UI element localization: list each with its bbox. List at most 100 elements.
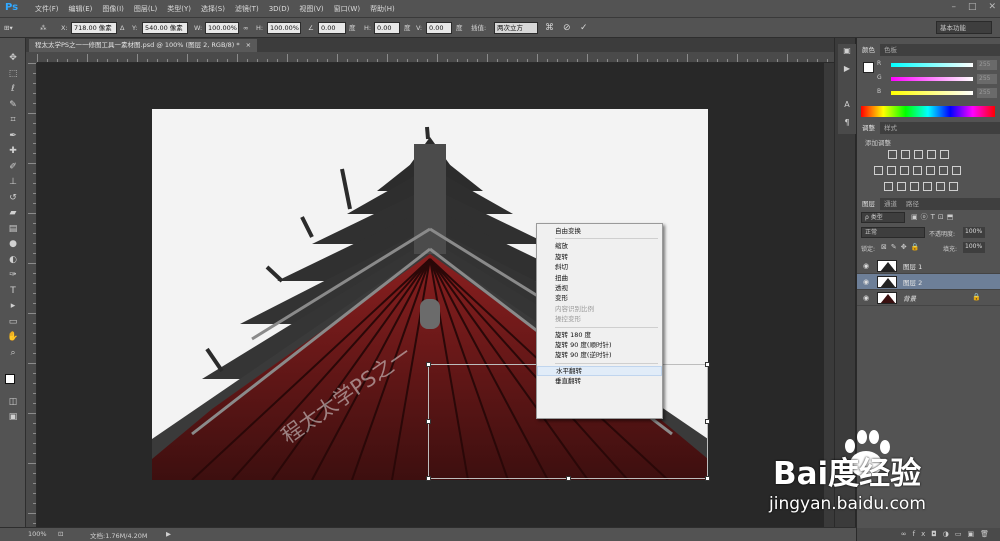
close-tab-icon[interactable]: × [246, 41, 251, 49]
maximize-icon[interactable]: □ [968, 2, 977, 12]
adjustment-icon[interactable] [888, 150, 897, 159]
adjustment-icon[interactable] [884, 182, 893, 191]
blur-tool-icon[interactable]: ● [6, 238, 20, 250]
y-field[interactable]: 540.00 像素 [142, 22, 188, 34]
color-spectrum[interactable] [861, 106, 995, 117]
adjustment-icon[interactable] [910, 182, 919, 191]
r-value[interactable]: 255 [977, 60, 997, 70]
transform-handle[interactable] [426, 476, 431, 481]
adjustment-icon[interactable] [887, 166, 896, 175]
warp-mode-icon[interactable]: ⌘ [545, 22, 554, 34]
context-menu-item[interactable]: 水平翻转 [537, 365, 662, 377]
adjustment-icon[interactable] [952, 166, 961, 175]
context-menu-item[interactable]: 变形 [537, 293, 662, 303]
pen-tool-icon[interactable]: ✑ [6, 269, 20, 281]
menu-item[interactable]: 帮助(H) [365, 0, 400, 18]
opacity-field[interactable]: 100% [963, 227, 985, 238]
layer-filter-select[interactable]: ρ 类型 [861, 212, 905, 223]
adjustment-icon[interactable] [901, 150, 910, 159]
layer-row[interactable]: ◉ 背景 🔒 [857, 290, 1000, 306]
type-tool-icon[interactable]: T [6, 285, 20, 297]
tab-channels[interactable]: 通道 [879, 198, 902, 210]
tab-adjustments[interactable]: 调整 [857, 122, 880, 134]
menu-item[interactable]: 图像(I) [97, 0, 129, 18]
crop-tool-icon[interactable]: ⌗ [6, 114, 20, 126]
tab-paths[interactable]: 路径 [901, 198, 924, 210]
link-icon[interactable]: ∞ [243, 22, 248, 34]
shape-tool-icon[interactable]: ▭ [6, 316, 20, 328]
fill-field[interactable]: 100% [963, 242, 985, 253]
dodge-tool-icon[interactable]: ◐ [6, 254, 20, 266]
context-menu-item[interactable]: 斜切 [537, 262, 662, 272]
status-menu-icon[interactable]: ▶ [166, 530, 171, 538]
healing-tool-icon[interactable]: ✚ [6, 145, 20, 157]
delta-icon[interactable]: Δ [120, 22, 124, 34]
width-field[interactable]: 100.00% [205, 22, 239, 34]
hskew-field[interactable]: 0.00 [374, 22, 400, 34]
layer-row[interactable]: ◉ 图层 1 [857, 258, 1000, 274]
adjustment-icon[interactable] [900, 166, 909, 175]
adjustment-icon[interactable] [936, 182, 945, 191]
menu-item[interactable]: 编辑(E) [64, 0, 98, 18]
foreground-color-swatch[interactable] [863, 62, 874, 73]
commit-transform-icon[interactable]: ✓ [580, 22, 588, 34]
visibility-eye-icon[interactable]: ◉ [863, 278, 869, 286]
menu-item[interactable]: 视图(V) [294, 0, 328, 18]
interpolation-select[interactable]: 两次立方 [494, 22, 538, 34]
context-menu-item[interactable]: 垂直翻转 [537, 376, 662, 386]
eyedropper-tool-icon[interactable]: ✒ [6, 130, 20, 142]
close-icon[interactable]: ✕ [988, 2, 996, 12]
adjustment-icon[interactable] [914, 150, 923, 159]
context-menu-item[interactable]: 旋转 180 度 [537, 330, 662, 340]
adjustment-icon[interactable] [874, 166, 883, 175]
layer-filter-icons[interactable]: ▣ⓞT⊡⬒ [911, 212, 956, 222]
g-value[interactable]: 255 [977, 74, 997, 84]
adjustment-icon[interactable] [926, 166, 935, 175]
menu-item[interactable]: 图层(L) [129, 0, 162, 18]
marquee-tool-icon[interactable]: ⬚ [6, 68, 20, 80]
tool-preset-icon[interactable]: ⊞▾ [4, 22, 13, 34]
workspace-select[interactable]: 基本功能 [936, 21, 992, 34]
menu-item[interactable]: 选择(S) [196, 0, 230, 18]
height-field[interactable]: 100.00% [267, 22, 301, 34]
context-menu-item[interactable]: 缩放 [537, 241, 662, 251]
history-brush-tool-icon[interactable]: ↺ [6, 192, 20, 204]
move-tool-icon[interactable]: ✥ [6, 52, 20, 64]
stamp-tool-icon[interactable]: ⊥ [6, 176, 20, 188]
context-menu-item[interactable]: 透视 [537, 283, 662, 293]
minimize-icon[interactable]: – [951, 2, 956, 12]
status-icon[interactable]: ⊡ [58, 530, 63, 538]
paragraph-icon[interactable]: ¶ [840, 118, 854, 130]
cancel-transform-icon[interactable]: ⊘ [563, 22, 571, 34]
lock-icon[interactable]: 🔒 [972, 293, 981, 301]
b-value[interactable]: 255 [977, 88, 997, 98]
menu-item[interactable]: 滤镜(T) [230, 0, 264, 18]
transform-handle[interactable] [705, 476, 710, 481]
blend-mode-select[interactable]: 正常 [861, 227, 925, 238]
vskew-field[interactable]: 0.00 [426, 22, 452, 34]
character-icon[interactable]: A [840, 100, 854, 112]
eraser-tool-icon[interactable]: ▰ [6, 207, 20, 219]
transform-handle[interactable] [426, 362, 431, 367]
quick-select-tool-icon[interactable]: ✎ [6, 99, 20, 111]
screen-mode-icon[interactable]: ▣ [6, 411, 20, 423]
transform-handle[interactable] [705, 419, 710, 424]
g-slider[interactable] [891, 77, 973, 81]
actions-icon[interactable]: ▶ [840, 64, 854, 76]
context-menu-item[interactable]: 扭曲 [537, 273, 662, 283]
adjustment-icon[interactable] [897, 182, 906, 191]
history-icon[interactable]: ▣ [840, 46, 854, 58]
menu-item[interactable]: 窗口(W) [329, 0, 365, 18]
tab-swatches[interactable]: 色板 [879, 44, 902, 56]
layer-actions-bar[interactable]: ∞fx◘◑▭▣🗑 [857, 528, 1000, 541]
context-menu-item[interactable]: 旋转 90 度(顺时针) [537, 340, 662, 350]
menu-item[interactable]: 类型(Y) [162, 0, 196, 18]
visibility-eye-icon[interactable]: ◉ [863, 294, 869, 302]
transform-handle[interactable] [705, 362, 710, 367]
menu-item[interactable]: 文件(F) [30, 0, 64, 18]
menu-item[interactable]: 3D(D) [264, 0, 295, 18]
layer-row[interactable]: ◉ 图层 2 [857, 274, 1000, 290]
angle-field[interactable]: 0.00 [318, 22, 346, 34]
brush-tool-icon[interactable]: ✐ [6, 161, 20, 173]
zoom-level[interactable]: 100% [28, 530, 47, 538]
